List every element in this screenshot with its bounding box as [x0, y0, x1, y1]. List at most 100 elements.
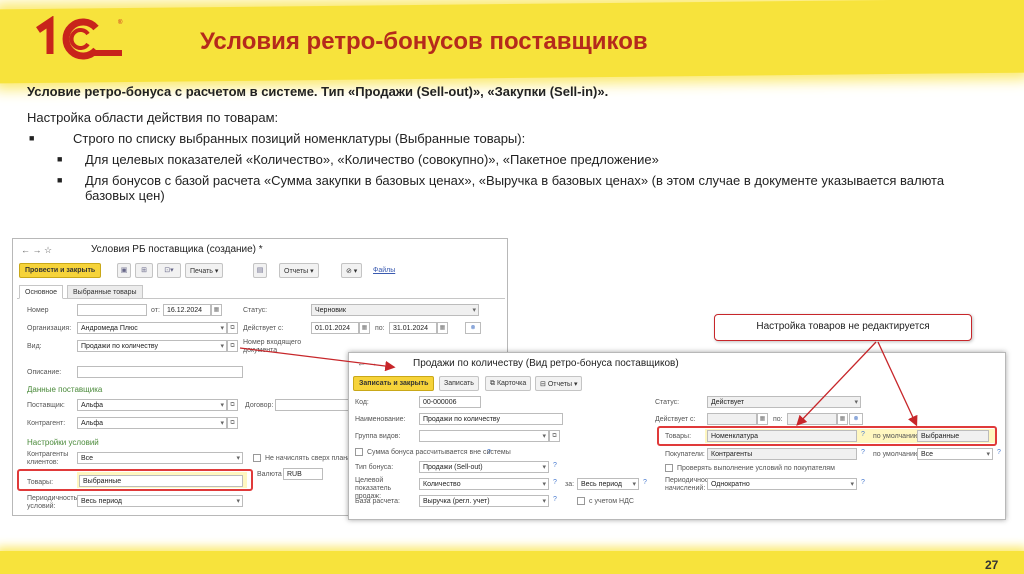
help-icon[interactable]: ?: [861, 449, 865, 456]
open-icon[interactable]: ⧉: [549, 430, 560, 442]
help-icon[interactable]: ?: [553, 479, 557, 486]
sub-bullet-text: Для целевых показателей «Количество», «К…: [85, 152, 659, 167]
goods-highlight: [17, 469, 253, 491]
period-field[interactable]: Весь период: [77, 495, 243, 507]
accrual-period-field[interactable]: Однократно: [707, 478, 857, 490]
bullet-marker: ■: [57, 154, 63, 164]
period-unit-field[interactable]: Весь период: [577, 478, 639, 490]
link-icon[interactable]: ⊗: [465, 322, 481, 334]
print-label: Печать: [190, 268, 213, 275]
status-select[interactable]: Черновик: [311, 304, 479, 316]
active-to-field[interactable]: 31.01.2024: [389, 322, 437, 334]
calendar-icon[interactable]: ▦: [211, 304, 222, 316]
kind-field[interactable]: Продажи по количеству: [77, 340, 227, 352]
calendar-icon[interactable]: ▦: [837, 413, 848, 425]
clipboard-icon[interactable]: ▤: [253, 263, 267, 278]
save-button[interactable]: Записать: [439, 376, 479, 391]
to-label: по:: [773, 416, 783, 423]
currency-field[interactable]: RUB: [283, 468, 323, 480]
status-select[interactable]: Действует: [707, 396, 861, 408]
tab-main[interactable]: Основное: [19, 285, 64, 299]
post-icon[interactable]: ⊞: [135, 263, 153, 278]
buyers-label: Покупатели:: [665, 451, 705, 458]
vat-checkbox[interactable]: [577, 497, 585, 505]
check-buyers-checkbox[interactable]: [665, 464, 673, 472]
date-field[interactable]: 16.12.2024: [163, 304, 211, 316]
bullet-marker: ■: [57, 175, 63, 185]
files-link[interactable]: Файлы: [373, 267, 395, 274]
tab-selected-goods[interactable]: Выбранные товары: [67, 285, 143, 299]
calendar-icon[interactable]: ▦: [359, 322, 370, 334]
attach-button[interactable]: ⊘ ▾: [341, 263, 363, 278]
sub-bullet-item: ■ Для целевых показателей «Количество», «…: [55, 152, 1017, 167]
nav-arrows[interactable]: ← → ☆: [21, 245, 52, 256]
sub-bullet-item: ■ Для бонусов с базой расчета «Сумма заку…: [55, 173, 1017, 203]
currency-label: Валюта: [257, 471, 282, 478]
org-label: Организация:: [27, 325, 72, 332]
supplier-field[interactable]: Альфа: [77, 399, 227, 411]
active-from-field[interactable]: 01.01.2024: [311, 322, 359, 334]
reports-button[interactable]: Отчеты ▾: [279, 263, 319, 278]
calendar-icon[interactable]: ▦: [757, 413, 768, 425]
intro-paragraph: Настройка области действия по товарам:: [27, 110, 279, 125]
conditions-section: Настройки условий: [27, 438, 99, 447]
help-icon[interactable]: ?: [553, 462, 557, 469]
number-field[interactable]: [77, 304, 147, 316]
save-and-close-button[interactable]: Записать и закрыть: [353, 376, 435, 391]
code-field[interactable]: 00-000006: [419, 396, 481, 408]
description-field[interactable]: [77, 366, 243, 378]
card-button[interactable]: ⧉ Карточка: [485, 376, 532, 391]
status-label: Статус:: [243, 307, 268, 314]
org-field[interactable]: Андромеда Плюс: [77, 322, 227, 334]
card-label: Карточка: [496, 380, 527, 387]
active-from-label: Действует с:: [655, 416, 696, 423]
nav-arrows[interactable]: ← →: [357, 358, 378, 368]
name-field[interactable]: Продажи по количеству: [419, 413, 563, 425]
reports-button[interactable]: ⊟ Отчеты ▾: [535, 376, 583, 391]
active-to-field[interactable]: [787, 413, 837, 425]
1c-logo-icon: ®: [36, 16, 123, 60]
post-and-close-button[interactable]: Провести и закрыть: [19, 263, 102, 278]
reports-label: Отчеты: [284, 268, 309, 275]
open-icon[interactable]: ⧉: [227, 399, 238, 411]
intro-text: Условие ретро-бонуса с расчетом в систем…: [27, 84, 1017, 209]
help-icon[interactable]: ?: [997, 449, 1001, 456]
vat-label: с учетом НДС: [589, 498, 634, 505]
contract-label: Договор:: [245, 402, 274, 409]
clients-field[interactable]: Все: [77, 452, 243, 464]
help-icon[interactable]: ?: [553, 496, 557, 503]
base-field[interactable]: Выручка (регл. учет): [419, 495, 549, 507]
bonus-kind-window[interactable]: ← → Продажи по количеству (Вид ретро-бон…: [348, 352, 1006, 520]
active-from-label: Действует с:: [243, 325, 284, 332]
no-charge-checkbox[interactable]: [253, 454, 261, 462]
check-buyers-label: Проверять выполнение условий по покупате…: [677, 465, 835, 472]
buyers-default-label: по умолчанию:: [873, 451, 922, 458]
save-icon[interactable]: ▣: [117, 263, 131, 278]
incoming-label: Номер входящего документа: [243, 339, 302, 354]
buyers-default-field[interactable]: Все: [917, 448, 993, 460]
open-icon[interactable]: ⧉: [227, 322, 238, 334]
counterparty-field[interactable]: Альфа: [77, 417, 227, 429]
open-icon[interactable]: ⧉: [227, 417, 238, 429]
bonus-type-field[interactable]: Продажи (Sell-out): [419, 461, 549, 473]
active-from-field[interactable]: [707, 413, 757, 425]
open-icon[interactable]: ⧉: [227, 340, 238, 352]
print-button[interactable]: Печать ▾: [185, 263, 224, 278]
help-icon[interactable]: ?: [487, 449, 491, 456]
accrual-period-label: Периодичность начислений:: [665, 477, 716, 492]
calendar-icon[interactable]: ▦: [437, 322, 448, 334]
help-icon[interactable]: ?: [861, 479, 865, 486]
no-charge-label: Не начислять сверх плана: [265, 455, 352, 462]
target-field[interactable]: Количество: [419, 478, 549, 490]
svg-text:®: ®: [118, 19, 123, 26]
window-title: Продажи по количеству (Вид ретро-бонуса …: [413, 358, 679, 369]
group-field[interactable]: [419, 430, 549, 442]
per-label: за:: [565, 481, 575, 488]
date-label: от:: [151, 307, 160, 314]
base-label: База расчета:: [355, 498, 400, 505]
create-based-icon[interactable]: ⊡▾: [157, 263, 181, 278]
link-icon[interactable]: ⊗: [849, 413, 863, 425]
calc-outside-checkbox[interactable]: [355, 448, 363, 456]
help-icon[interactable]: ?: [643, 479, 647, 486]
to-label: по:: [375, 325, 385, 332]
